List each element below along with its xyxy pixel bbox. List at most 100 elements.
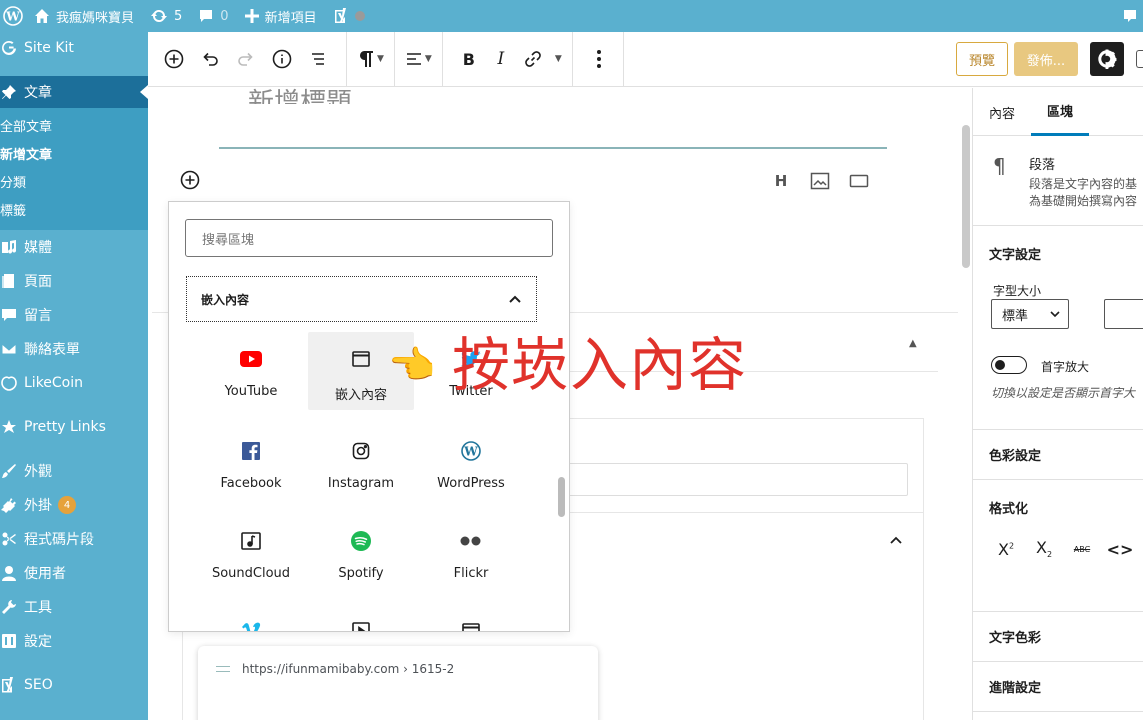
likecoin-icon [0, 374, 18, 392]
submenu-tags[interactable]: 標籤 [0, 198, 148, 226]
admin-bar: W 我瘋媽咪寶貝 5 0 新增項目 [0, 0, 1143, 32]
menu-site-kit[interactable]: Site Kit [0, 32, 148, 64]
menu-users[interactable]: 使用者 [0, 556, 148, 590]
meta-keyphrase-input[interactable] [568, 463, 908, 496]
media-icon [0, 238, 18, 256]
plus-circle-icon [164, 49, 184, 69]
block-embed-generic[interactable] [418, 604, 524, 631]
redo-icon [238, 52, 253, 66]
menu-pages[interactable]: 頁面 [0, 264, 148, 298]
settings-toggle-button[interactable] [1090, 42, 1124, 76]
info-button[interactable] [264, 41, 300, 77]
advanced-panel[interactable]: 進階設定 [973, 662, 1143, 712]
block-flickr[interactable]: Flickr [418, 514, 524, 592]
outline-button[interactable] [300, 41, 336, 77]
block-instagram[interactable]: Instagram [308, 424, 414, 502]
canvas-scrollbar[interactable] [962, 125, 970, 268]
menu-snippets-label: 程式碼片段 [24, 532, 94, 548]
wordpress-logo-icon[interactable]: W [0, 0, 26, 32]
menu-appearance-label: 外觀 [24, 464, 52, 480]
menu-pretty-links[interactable]: Pretty Links [0, 410, 148, 444]
more-options-button[interactable] [581, 41, 617, 77]
block-label: Flickr [453, 566, 489, 581]
screen-options-icon[interactable] [1117, 0, 1143, 32]
heading-block-icon[interactable]: H [770, 170, 792, 192]
menu-contact[interactable]: 聯絡表單 [0, 332, 148, 366]
site-name-link[interactable]: 我瘋媽咪寶貝 [26, 0, 142, 32]
inserter-scrollbar[interactable] [558, 477, 565, 517]
strikethrough-button[interactable]: ABC [1069, 536, 1095, 562]
add-block-button[interactable] [156, 41, 192, 77]
collapse-arrow-icon[interactable]: ▲ [909, 338, 917, 349]
submenu-all-posts[interactable]: 全部文章 [0, 114, 148, 142]
menu-comments[interactable]: 留言 [0, 298, 148, 332]
code-button[interactable]: <> [1107, 536, 1134, 562]
formatting-buttons: X2 X2 ABC <> [993, 536, 1133, 562]
block-type-switcher[interactable]: ▼ [351, 32, 390, 87]
font-size-select[interactable]: 標準 [991, 299, 1069, 329]
chevron-down-icon: ▼ [377, 54, 384, 64]
block-wordpress[interactable]: W WordPress [418, 424, 524, 502]
subscript-button[interactable]: X2 [1031, 536, 1057, 562]
redo-button[interactable] [228, 41, 264, 77]
text-color-panel[interactable]: 文字色彩 [973, 612, 1143, 662]
yoast-sidebar-toggle-icon[interactable] [1136, 50, 1143, 68]
embed-block-icon[interactable] [848, 170, 870, 192]
link-icon [525, 51, 541, 67]
superscript-button[interactable]: X2 [993, 536, 1019, 562]
menu-plugins[interactable]: 外掛 4 [0, 488, 148, 522]
menu-media[interactable]: 媒體 [0, 230, 148, 264]
menu-posts[interactable]: 文章 [0, 76, 148, 108]
menu-settings[interactable]: 設定 [0, 624, 148, 658]
submenu-categories[interactable]: 分類 [0, 170, 148, 198]
menu-snippets[interactable]: 程式碼片段 [0, 522, 148, 556]
italic-button[interactable]: I [485, 41, 517, 77]
block-vimeo[interactable] [198, 604, 304, 631]
italic-icon: I [497, 49, 505, 69]
spotify-icon [350, 530, 372, 552]
image-block-icon[interactable] [809, 170, 831, 192]
updates-link[interactable]: 5 [142, 0, 190, 32]
yoast-menu[interactable] [325, 0, 373, 32]
chevron-down-icon [1050, 311, 1060, 318]
submenu-add-new[interactable]: 新增文章 [0, 142, 148, 170]
block-search-input[interactable]: 搜尋區塊 [185, 219, 553, 257]
new-item-link[interactable]: 新增項目 [237, 0, 325, 32]
block-youtube[interactable]: YouTube [198, 332, 304, 410]
toolbar-divider [622, 31, 624, 87]
drop-cap-toggle[interactable] [991, 356, 1027, 374]
menu-appearance[interactable]: 外觀 [0, 454, 148, 488]
block-video[interactable] [308, 604, 414, 631]
publish-button[interactable]: 發佈... [1014, 42, 1078, 76]
comments-link[interactable]: 0 [190, 0, 236, 32]
custom-font-size-input[interactable] [1104, 299, 1143, 329]
undo-button[interactable] [192, 41, 228, 77]
embeds-panel-toggle[interactable]: 嵌入內容 [186, 276, 537, 322]
link-button[interactable] [517, 41, 549, 77]
block-soundcloud[interactable]: SoundCloud [198, 514, 304, 592]
chevron-up-icon [509, 295, 521, 303]
menu-likecoin[interactable]: LikeCoin [0, 366, 148, 400]
color-settings-panel[interactable]: 色彩設定 [973, 430, 1143, 480]
menu-tools[interactable]: 工具 [0, 590, 148, 624]
menu-seo[interactable]: SEO [0, 668, 148, 702]
preview-button[interactable]: 預覽 [956, 42, 1008, 76]
favicon-icon [216, 666, 230, 672]
strikethrough-icon: ABC [1073, 544, 1091, 554]
drop-cap-label: 首字放大 [1041, 360, 1090, 374]
more-formats-chevron-icon[interactable]: ▼ [555, 54, 562, 64]
typography-title[interactable]: 文字設定 [973, 244, 1041, 263]
chevron-up-icon[interactable] [888, 532, 904, 548]
snippet-url: https://ifunmamibaby.com › 1615-2 [242, 662, 455, 676]
block-spotify[interactable]: Spotify [308, 514, 414, 592]
bold-button[interactable]: B [453, 41, 485, 77]
tab-document[interactable]: 內容 [973, 88, 1031, 136]
tab-block[interactable]: 區塊 [1031, 88, 1090, 136]
align-dropdown[interactable]: ▼ [399, 32, 438, 87]
subscript-icon: X2 [1035, 538, 1053, 560]
post-title-input[interactable]: 新增標題 [248, 82, 352, 104]
block-facebook[interactable]: Facebook [198, 424, 304, 502]
block-label: Instagram [327, 476, 395, 491]
inline-add-block-button[interactable] [180, 170, 200, 190]
instagram-icon [350, 440, 372, 462]
